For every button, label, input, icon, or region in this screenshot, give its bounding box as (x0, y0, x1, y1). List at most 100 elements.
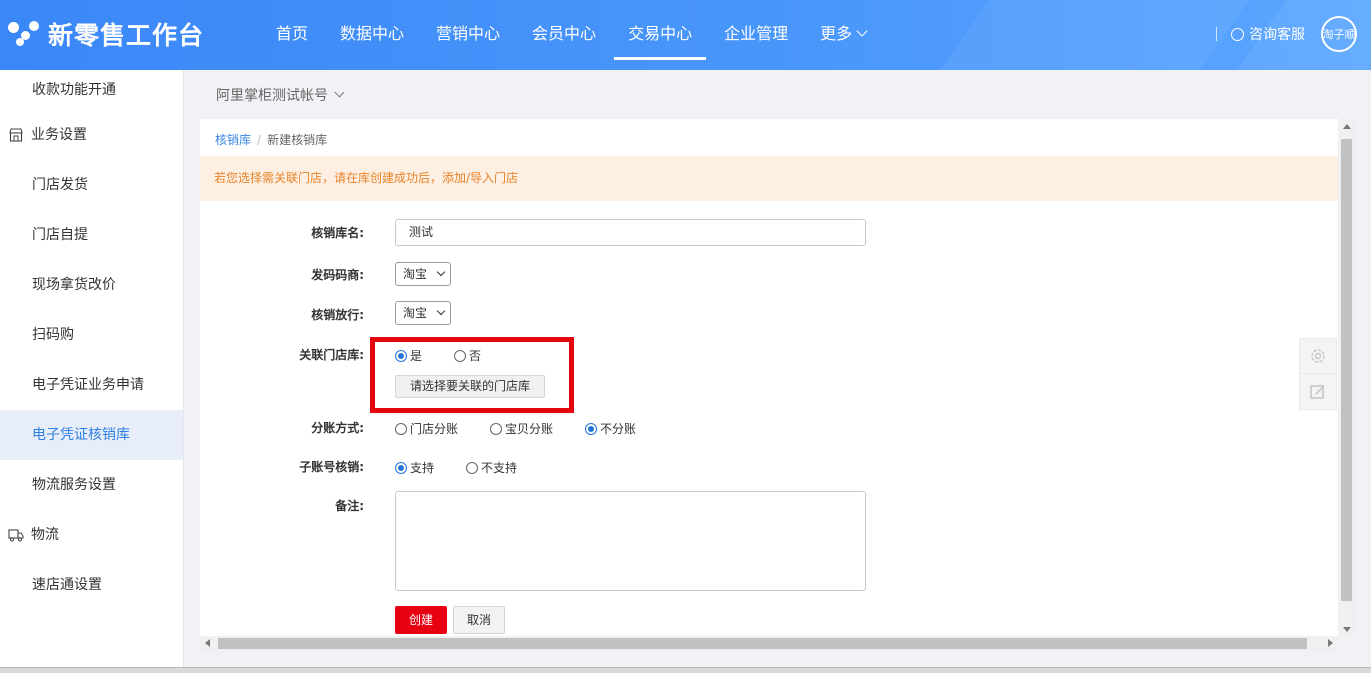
link-store-radio-group: 是 否 (395, 347, 481, 364)
radio-label: 支持 (410, 461, 435, 475)
os-taskbar (0, 667, 1371, 673)
logo[interactable]: 新零售工作台 (8, 17, 204, 51)
sidebar-item-onsite-price-change[interactable]: 现场拿货改价 (0, 260, 183, 310)
sidebar-item-store-delivery[interactable]: 门店发货 (0, 160, 183, 210)
create-button[interactable]: 创建 (395, 606, 448, 634)
library-name-input[interactable]: 测试 (395, 219, 866, 246)
chevron-down-icon (436, 306, 446, 316)
link-store-yes-radio[interactable]: 是 (395, 347, 422, 364)
sidebar-item-label: 门店发货 (32, 177, 88, 193)
link-store-no-radio[interactable]: 否 (454, 347, 481, 364)
scroll-right-arrow-icon[interactable] (1328, 639, 1333, 647)
account-switcher[interactable]: 阿里掌柜测试帐号 (216, 85, 345, 105)
sidebar-item-sudiantong-settings[interactable]: 速店通设置 (0, 560, 183, 610)
sidebar-group-business-settings[interactable]: 业务设置 (0, 110, 183, 160)
sidebar-item-store-pickup[interactable]: 门店自提 (0, 210, 183, 260)
edit-button[interactable] (1300, 374, 1336, 409)
radio-checked (395, 461, 407, 474)
cancel-button[interactable]: 取消 (453, 606, 506, 634)
nav-label: 数据中心 (340, 24, 405, 43)
redemption-release-select[interactable]: 淘宝 (395, 301, 451, 325)
vertical-scrollbar[interactable] (1338, 119, 1355, 637)
consult-service-link[interactable]: 咨询客服 (1231, 24, 1305, 44)
breadcrumb: 核销库 / 新建核销库 (215, 131, 327, 148)
sidebar-item-label: 扫码购 (32, 327, 74, 343)
library-name-label: 核销库名: (311, 226, 364, 240)
split-method-label: 分账方式: (311, 421, 364, 435)
truck-icon (8, 528, 24, 542)
radio-unchecked (466, 461, 479, 474)
sidebar-group-logistics[interactable]: 物流 (0, 510, 183, 560)
sidebar-item-evoucher-redemption-library[interactable]: 电子凭证核销库 (0, 410, 183, 460)
store-icon (8, 128, 24, 142)
radio-label: 门店分账 (410, 422, 459, 436)
nav-marketing-center[interactable]: 营销中心 (422, 0, 514, 70)
main-nav: 首页 数据中心 营销中心 会员中心 交易中心 企业管理 更多 (262, 0, 884, 70)
scroll-left-arrow-icon[interactable] (205, 639, 210, 647)
floating-toolbar (1299, 338, 1337, 410)
form-panel: 核销库 / 新建核销库 若您选择需关联门店，请在库创建成功后，添加/导入门店 核销库… (200, 119, 1338, 637)
sidebar-item-logistics-settings[interactable]: 物流服务设置 (0, 460, 183, 510)
breadcrumb-link-redemption-library[interactable]: 核销库 (215, 133, 251, 147)
select-value: 淘宝 (403, 306, 428, 320)
nav-label: 首页 (276, 24, 309, 43)
horizontal-scrollbar[interactable] (200, 636, 1338, 651)
scroll-up-arrow-icon[interactable] (1343, 124, 1351, 129)
split-method-radio-group: 门店分账 宝贝分账 不分账 (395, 420, 636, 437)
breadcrumb-current: 新建核销库 (267, 133, 328, 147)
sidebar-item-evoucher-application[interactable]: 电子凭证业务申请 (0, 360, 183, 410)
sidebar-item-scan-to-buy[interactable]: 扫码购 (0, 310, 183, 360)
split-by-store-radio[interactable]: 门店分账 (395, 420, 458, 437)
gear-icon (1311, 349, 1325, 363)
subaccount-redemption-label: 子账号核销: (299, 460, 364, 474)
nav-home[interactable]: 首页 (262, 0, 322, 70)
sidebar-item-label: 电子凭证核销库 (32, 427, 130, 443)
radio-label: 不支持 (481, 461, 518, 475)
nav-enterprise-management[interactable]: 企业管理 (710, 0, 802, 70)
code-issuer-label: 发码码商: (311, 268, 364, 282)
remark-label: 备注: (335, 499, 364, 513)
select-value: 淘宝 (403, 267, 428, 281)
settings-button[interactable] (1300, 339, 1336, 374)
subaccount-support-radio[interactable]: 支持 (395, 459, 434, 476)
redemption-release-label: 核销放行: (311, 308, 364, 322)
radio-unchecked (395, 422, 407, 435)
scrollbar-thumb[interactable] (1341, 139, 1352, 601)
sidebar-item-label: 物流服务设置 (32, 477, 116, 493)
scroll-down-arrow-icon[interactable] (1343, 627, 1351, 632)
sidebar-item-payment-activation[interactable]: 收款功能开通 (0, 70, 183, 110)
consult-label: 咨询客服 (1249, 27, 1305, 43)
nav-data-center[interactable]: 数据中心 (326, 0, 418, 70)
nav-more-dropdown[interactable]: 更多 (806, 0, 880, 70)
account-label: 阿里掌柜测试帐号 (216, 88, 328, 104)
remark-textarea[interactable] (395, 491, 866, 591)
radio-label: 否 (469, 349, 482, 363)
radio-unchecked (454, 349, 467, 362)
split-by-item-radio[interactable]: 宝贝分账 (490, 420, 553, 437)
radio-unchecked (490, 422, 503, 435)
user-avatar[interactable]: 淘子顺 (1321, 16, 1357, 52)
sidebar-item-label: 现场拿货改价 (32, 277, 116, 293)
main-content: 阿里掌柜测试帐号 核销库 / 新建核销库 若您选择需关联门店，请在库创建成功后，添加… (184, 70, 1371, 673)
radio-label: 是 (410, 349, 423, 363)
nav-member-center[interactable]: 会员中心 (518, 0, 610, 70)
sidebar: 收款功能开通 业务设置 门店发货 门店自提 现场拿货改价 扫码购 电子凭证业务申… (0, 70, 184, 673)
radio-label: 不分账 (600, 422, 637, 436)
no-split-radio[interactable]: 不分账 (585, 420, 636, 437)
logo-text: 新零售工作台 (48, 21, 205, 50)
sidebar-group-label: 物流 (31, 527, 59, 543)
radio-checked (585, 422, 598, 435)
scrollbar-thumb[interactable] (218, 638, 1307, 649)
nav-label: 企业管理 (724, 24, 789, 43)
select-store-library-button[interactable]: 请选择要关联的门店库 (395, 375, 546, 398)
notice-banner: 若您选择需关联门店，请在库创建成功后，添加/导入门店 (200, 156, 1338, 201)
sidebar-group-label: 业务设置 (31, 127, 87, 143)
nav-label: 交易中心 (628, 24, 693, 43)
nav-trade-center[interactable]: 交易中心 (614, 0, 707, 70)
code-issuer-select[interactable]: 淘宝 (395, 262, 451, 286)
radio-checked (395, 349, 407, 362)
divider (1216, 27, 1217, 41)
sidebar-item-label: 收款功能开通 (32, 82, 116, 98)
subaccount-no-support-radio[interactable]: 不支持 (466, 459, 517, 476)
link-store-library-label: 关联门店库: (299, 348, 364, 362)
